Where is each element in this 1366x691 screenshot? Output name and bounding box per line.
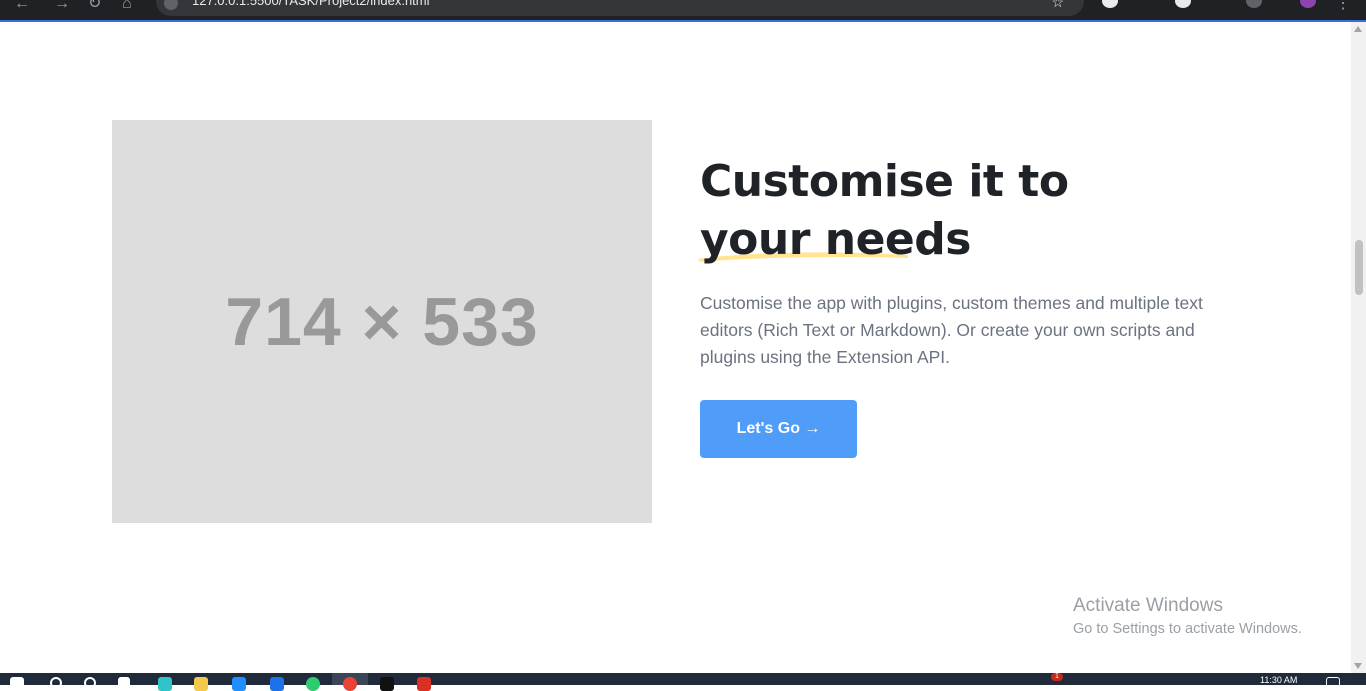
edge-icon[interactable] <box>158 677 172 691</box>
browser-toolbar: ← → ↻ ⌂ 127.0.0.1:5500/TASK/Project2/ind… <box>0 0 1366 22</box>
notification-badge: 1 <box>1051 673 1063 681</box>
highlighted-phrase: your needs <box>698 211 971 269</box>
notification-center-icon[interactable] <box>1326 677 1340 689</box>
app-icon[interactable] <box>417 677 431 691</box>
section-heading: Customise it to your needs <box>698 153 1260 269</box>
vscode-icon[interactable] <box>270 677 284 691</box>
scroll-up-icon[interactable] <box>1354 26 1362 32</box>
lets-go-button[interactable]: Let's Go → <box>700 400 857 458</box>
forward-icon[interactable]: → <box>54 0 70 12</box>
windows-taskbar: 1 11:30 AM <box>0 673 1366 691</box>
chrome-icon[interactable] <box>343 677 357 691</box>
watermark-subtitle: Go to Settings to activate Windows. <box>1073 621 1302 637</box>
start-menu-icon[interactable] <box>10 677 24 691</box>
terminal-icon[interactable] <box>380 677 394 691</box>
spotify-icon[interactable] <box>306 677 320 691</box>
home-icon[interactable]: ⌂ <box>122 0 132 12</box>
section-description: Customise the app with plugins, custom t… <box>700 293 1203 367</box>
page-scrollbar[interactable] <box>1351 22 1366 673</box>
heading-line-1: Customise it to <box>700 156 1069 207</box>
reload-icon[interactable]: ↻ <box>88 0 101 12</box>
site-info-icon[interactable] <box>164 0 178 10</box>
watermark-title: Activate Windows <box>1073 595 1223 616</box>
scroll-down-icon[interactable] <box>1354 663 1362 669</box>
heading-line-2: your needs <box>700 214 971 265</box>
placeholder-dimensions: 714 × 533 <box>225 283 539 360</box>
back-icon[interactable]: ← <box>14 0 30 12</box>
extensions-puzzle-icon[interactable] <box>1246 0 1262 8</box>
activation-watermark: Activate Windows Go to Settings to activ… <box>1073 594 1302 640</box>
store-icon[interactable] <box>232 677 246 691</box>
taskbar-clock[interactable]: 11:30 AM <box>1260 676 1297 685</box>
search-icon[interactable] <box>50 677 62 689</box>
menu-icon[interactable]: ⋮ <box>1335 0 1351 12</box>
profile-avatar[interactable] <box>1300 0 1316 8</box>
placeholder-image: 714 × 533 <box>112 120 652 523</box>
extension-icon[interactable] <box>1175 0 1191 8</box>
scroll-thumb[interactable] <box>1355 240 1363 295</box>
url-text: 127.0.0.1:5500/TASK/Project2/index.html <box>192 0 430 8</box>
task-view-icon[interactable] <box>118 677 130 691</box>
file-explorer-icon[interactable] <box>194 677 208 691</box>
extension-icon[interactable] <box>1102 0 1118 8</box>
bookmark-star-icon[interactable]: ☆ <box>1051 0 1064 9</box>
cortana-icon[interactable] <box>84 677 96 689</box>
address-bar[interactable]: 127.0.0.1:5500/TASK/Project2/index.html … <box>156 0 1084 16</box>
